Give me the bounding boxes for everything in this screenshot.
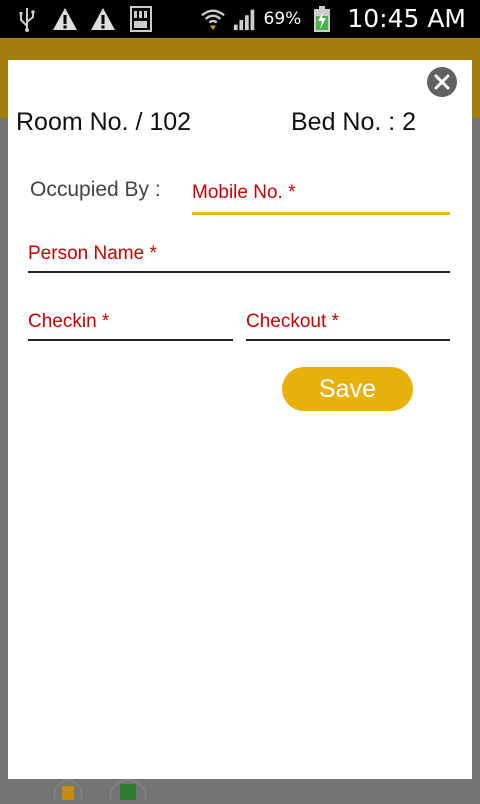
wifi-icon: [200, 6, 226, 32]
close-button[interactable]: [427, 67, 457, 97]
checkin-field: [28, 311, 233, 341]
warning-icon: [90, 6, 116, 32]
status-bar: 69% 10:45 AM: [0, 0, 480, 38]
signal-icon: [232, 6, 258, 32]
battery-percent: 69%: [263, 8, 302, 29]
person-name-input[interactable]: [28, 243, 450, 265]
checkout-field: [246, 311, 450, 341]
checkout-input[interactable]: [246, 311, 450, 333]
checkin-input[interactable]: [28, 311, 233, 333]
room-number-label: Room No. / 102: [16, 108, 192, 136]
occupied-by-label: Occupied By :: [30, 178, 161, 201]
person-name-field: [28, 243, 450, 273]
mobile-field: [192, 182, 450, 215]
bed-number-label: Bed No. : 2: [291, 108, 417, 136]
clock-time: 10:45 AM: [347, 4, 466, 33]
mobile-input[interactable]: [192, 182, 450, 204]
system-icons: 69% 10:45 AM: [200, 4, 466, 33]
close-icon: [434, 74, 450, 90]
occupancy-dialog: Room No. / 102 Bed No. : 2 Occupied By :…: [8, 60, 472, 779]
battery-charging-icon: [309, 5, 335, 32]
notification-icons: [14, 6, 154, 32]
warning-icon: [52, 6, 78, 32]
save-button[interactable]: Save: [282, 367, 413, 411]
usb-icon: [14, 6, 40, 32]
sd-card-icon: [128, 6, 154, 32]
